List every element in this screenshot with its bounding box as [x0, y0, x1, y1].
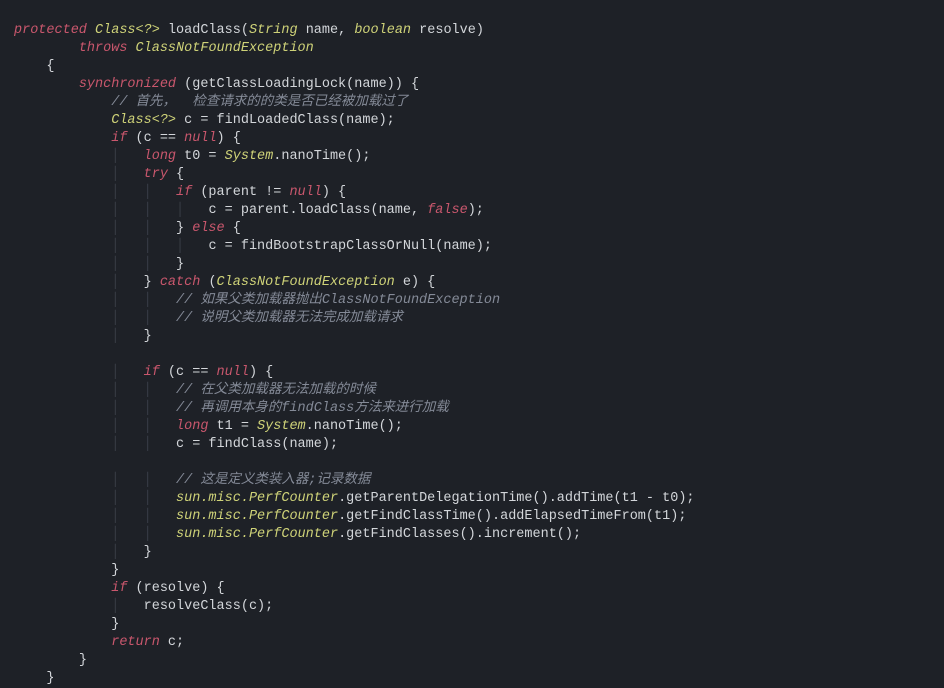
code-line: │ │ // 如果父类加载器抛出ClassNotFoundException — [14, 293, 500, 308]
code-line: │ │ sun.misc.PerfCounter.getFindClasses(… — [14, 527, 581, 542]
code-line: │ │ // 这是定义类装入器;记录数据 — [14, 473, 370, 488]
code-line: │ try { — [14, 167, 184, 182]
code-line: if (c == null) { — [14, 131, 241, 146]
code-line: synchronized (getClassLoadingLock(name))… — [14, 77, 419, 92]
code-line: │ } catch (ClassNotFoundException e) { — [14, 275, 435, 290]
code-line: │ │ if (parent != null) { — [14, 185, 346, 200]
code-line: │ │ long t1 = System.nanoTime(); — [14, 419, 403, 434]
code-line: │ resolveClass(c); — [14, 599, 273, 614]
code-line: │ │ │ c = parent.loadClass(name, false); — [14, 203, 484, 218]
code-line: │ │ │ c = findBootstrapClassOrNull(name)… — [14, 239, 492, 254]
code-line: │ │ // 在父类加载器无法加载的时候 — [14, 383, 376, 398]
code-line: { — [14, 59, 55, 74]
code-line: return c; — [14, 635, 184, 650]
code-line: throws ClassNotFoundException — [14, 41, 314, 56]
code-line: } — [14, 617, 119, 632]
code-line: if (resolve) { — [14, 581, 225, 596]
code-line: │ │ // 说明父类加载器无法完成加载请求 — [14, 311, 403, 326]
code-line: } — [14, 653, 87, 668]
code-line: │ } — [14, 329, 152, 344]
code-line: │ │ c = findClass(name); — [14, 437, 338, 452]
code-line: │ │ } else { — [14, 221, 241, 236]
code-line: } — [14, 563, 119, 578]
code-line: │ │ } — [14, 257, 184, 272]
code-editor[interactable]: protected Class<?> loadClass(String name… — [14, 4, 944, 688]
code-line: // 首先， 检查请求的的类是否已经被加载过了 — [14, 95, 408, 110]
code-line: │ │ // 再调用本身的findClass方法来进行加载 — [14, 401, 449, 416]
code-line: Class<?> c = findLoadedClass(name); — [14, 113, 395, 128]
code-line: │ │ sun.misc.PerfCounter.getFindClassTim… — [14, 509, 686, 524]
code-line: │ } — [14, 545, 152, 560]
code-line: │ │ sun.misc.PerfCounter.getParentDelega… — [14, 491, 695, 506]
code-line: protected Class<?> loadClass(String name… — [14, 23, 484, 38]
code-line: │ long t0 = System.nanoTime(); — [14, 149, 370, 164]
code-line: │ if (c == null) { — [14, 365, 273, 380]
code-line: } — [14, 671, 55, 686]
